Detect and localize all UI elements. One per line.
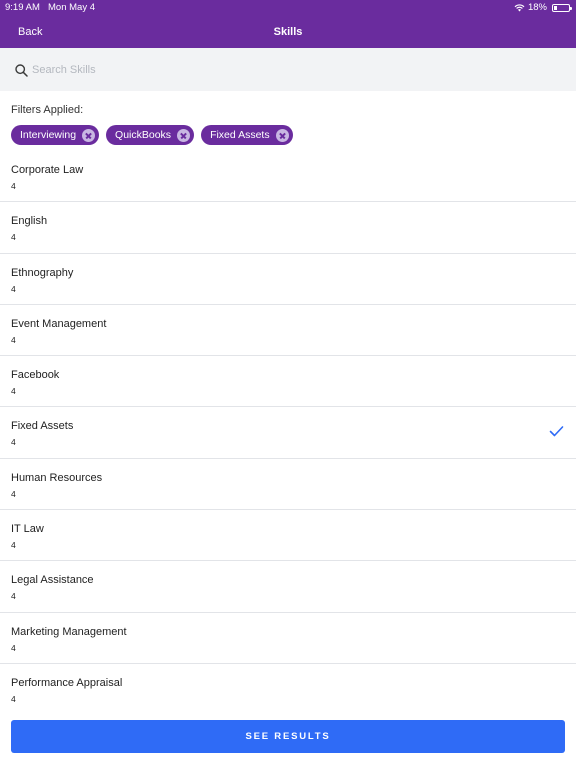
list-item[interactable]: Facebook 4 xyxy=(0,356,576,408)
page-title: Skills xyxy=(273,26,303,38)
skill-name: Fixed Assets xyxy=(11,420,74,433)
see-results-button[interactable]: SEE RESULTS xyxy=(11,720,565,753)
status-indicators: 18% xyxy=(514,2,572,13)
close-circle-icon[interactable] xyxy=(275,128,289,142)
skill-name: Marketing Management xyxy=(11,625,127,638)
skill-count: 4 xyxy=(11,642,16,653)
list-item[interactable]: Fixed Assets 4 xyxy=(0,407,576,459)
skill-count: 4 xyxy=(11,693,16,704)
skill-count: 4 xyxy=(11,488,16,499)
skill-name: Ethnography xyxy=(11,266,74,279)
filter-chips: Interviewing QuickBooks Fixed Assets xyxy=(11,125,293,145)
skill-count: 4 xyxy=(11,540,16,551)
skill-count: 4 xyxy=(11,232,16,243)
search-input[interactable] xyxy=(32,61,552,79)
skill-name: Human Resources xyxy=(11,471,103,484)
list-item[interactable]: English 4 xyxy=(0,202,576,254)
skill-count: 4 xyxy=(11,283,16,294)
list-item[interactable]: Marketing Management 4 xyxy=(0,613,576,664)
skill-count: 4 xyxy=(11,386,16,397)
status-bar: 9:19 AM Mon May 4 18% xyxy=(0,0,576,15)
filter-chip-label: Interviewing xyxy=(20,129,77,141)
footer: SEE RESULTS xyxy=(0,708,576,768)
filter-chip-label: Fixed Assets xyxy=(210,129,270,141)
skill-name: Legal Assistance xyxy=(11,574,94,587)
filter-chip[interactable]: Fixed Assets xyxy=(201,125,293,145)
skill-name: IT Law xyxy=(11,523,44,536)
list-item[interactable]: Ethnography 4 xyxy=(0,254,576,305)
skill-list: Corporate Law 4 English 4 Ethnography 4 … xyxy=(0,151,576,716)
check-icon xyxy=(549,426,564,437)
list-item[interactable]: Human Resources 4 xyxy=(0,459,576,511)
battery-percent: 18% xyxy=(527,2,547,13)
list-item[interactable]: Legal Assistance 4 xyxy=(0,561,576,613)
filter-chip-label: QuickBooks xyxy=(115,129,172,141)
status-date: Mon May 4 xyxy=(48,2,95,13)
skill-count: 4 xyxy=(11,437,16,448)
list-item[interactable]: Corporate Law 4 xyxy=(0,151,576,203)
battery-icon xyxy=(552,3,572,12)
skill-name: Event Management xyxy=(11,317,107,330)
filter-chip[interactable]: Interviewing xyxy=(11,125,100,145)
wifi-icon xyxy=(514,3,525,11)
close-circle-icon[interactable] xyxy=(82,128,96,142)
battery-level xyxy=(554,5,557,10)
search-icon xyxy=(15,64,28,77)
filter-chip[interactable]: QuickBooks xyxy=(106,125,195,145)
list-item[interactable]: IT Law 4 xyxy=(0,510,576,562)
skill-name: Facebook xyxy=(11,369,60,382)
skill-count: 4 xyxy=(11,181,16,191)
search-bar xyxy=(0,48,576,91)
close-circle-icon[interactable] xyxy=(177,128,191,142)
skill-count: 4 xyxy=(11,591,16,602)
status-time: 9:19 AM xyxy=(5,2,40,13)
skill-name: Performance Appraisal xyxy=(11,676,123,689)
skill-name: Corporate Law xyxy=(11,164,84,176)
list-item[interactable]: Event Management 4 xyxy=(0,305,576,357)
filters-label: Filters Applied: xyxy=(11,104,84,116)
skill-name: English xyxy=(11,215,48,228)
navigation-header: 9:19 AM Mon May 4 18% Back Skills xyxy=(0,0,576,48)
skill-count: 4 xyxy=(11,334,16,345)
